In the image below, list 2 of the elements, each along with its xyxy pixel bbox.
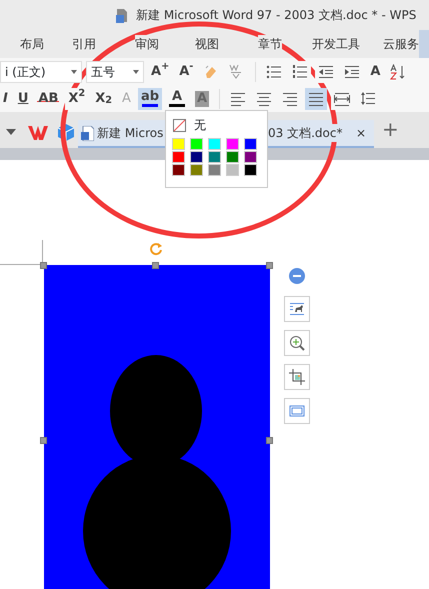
tab-title: 03 文档.doc* [268,124,342,142]
window-title: 新建 Microsoft Word 97 - 2003 文档.doc * - WPS [136,7,416,24]
